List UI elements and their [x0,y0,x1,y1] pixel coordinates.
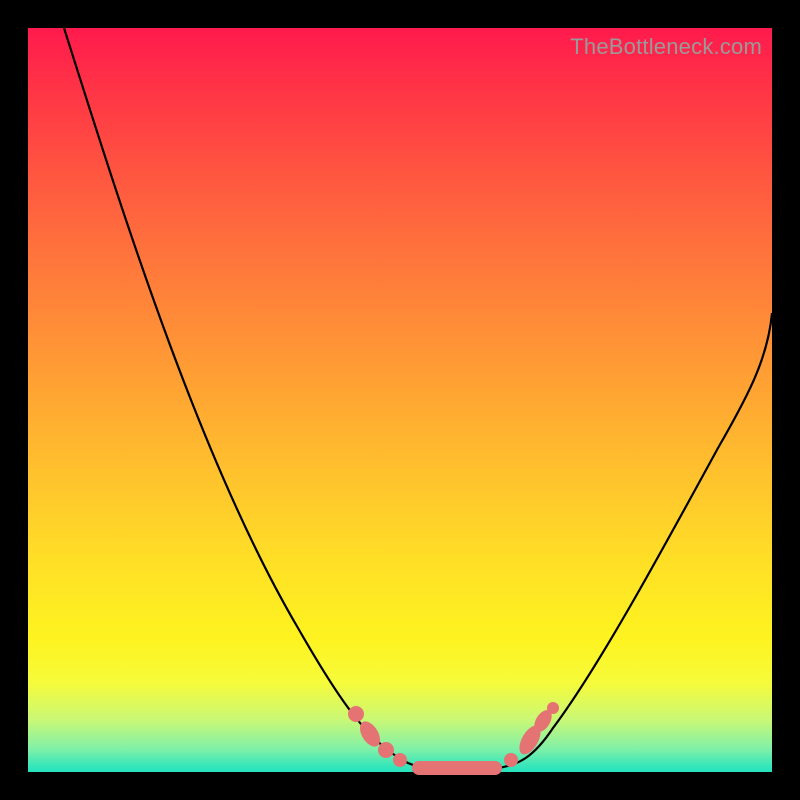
curve-marker [348,706,364,722]
chart-frame: TheBottleneck.com [28,28,772,772]
bottleneck-curve [64,28,772,771]
curve-valley-marker [412,761,502,775]
curve-marker [547,702,559,714]
curve-marker [378,742,394,758]
curve-marker [504,753,518,767]
curve-marker [393,753,407,767]
bottleneck-curve-svg [28,28,772,772]
